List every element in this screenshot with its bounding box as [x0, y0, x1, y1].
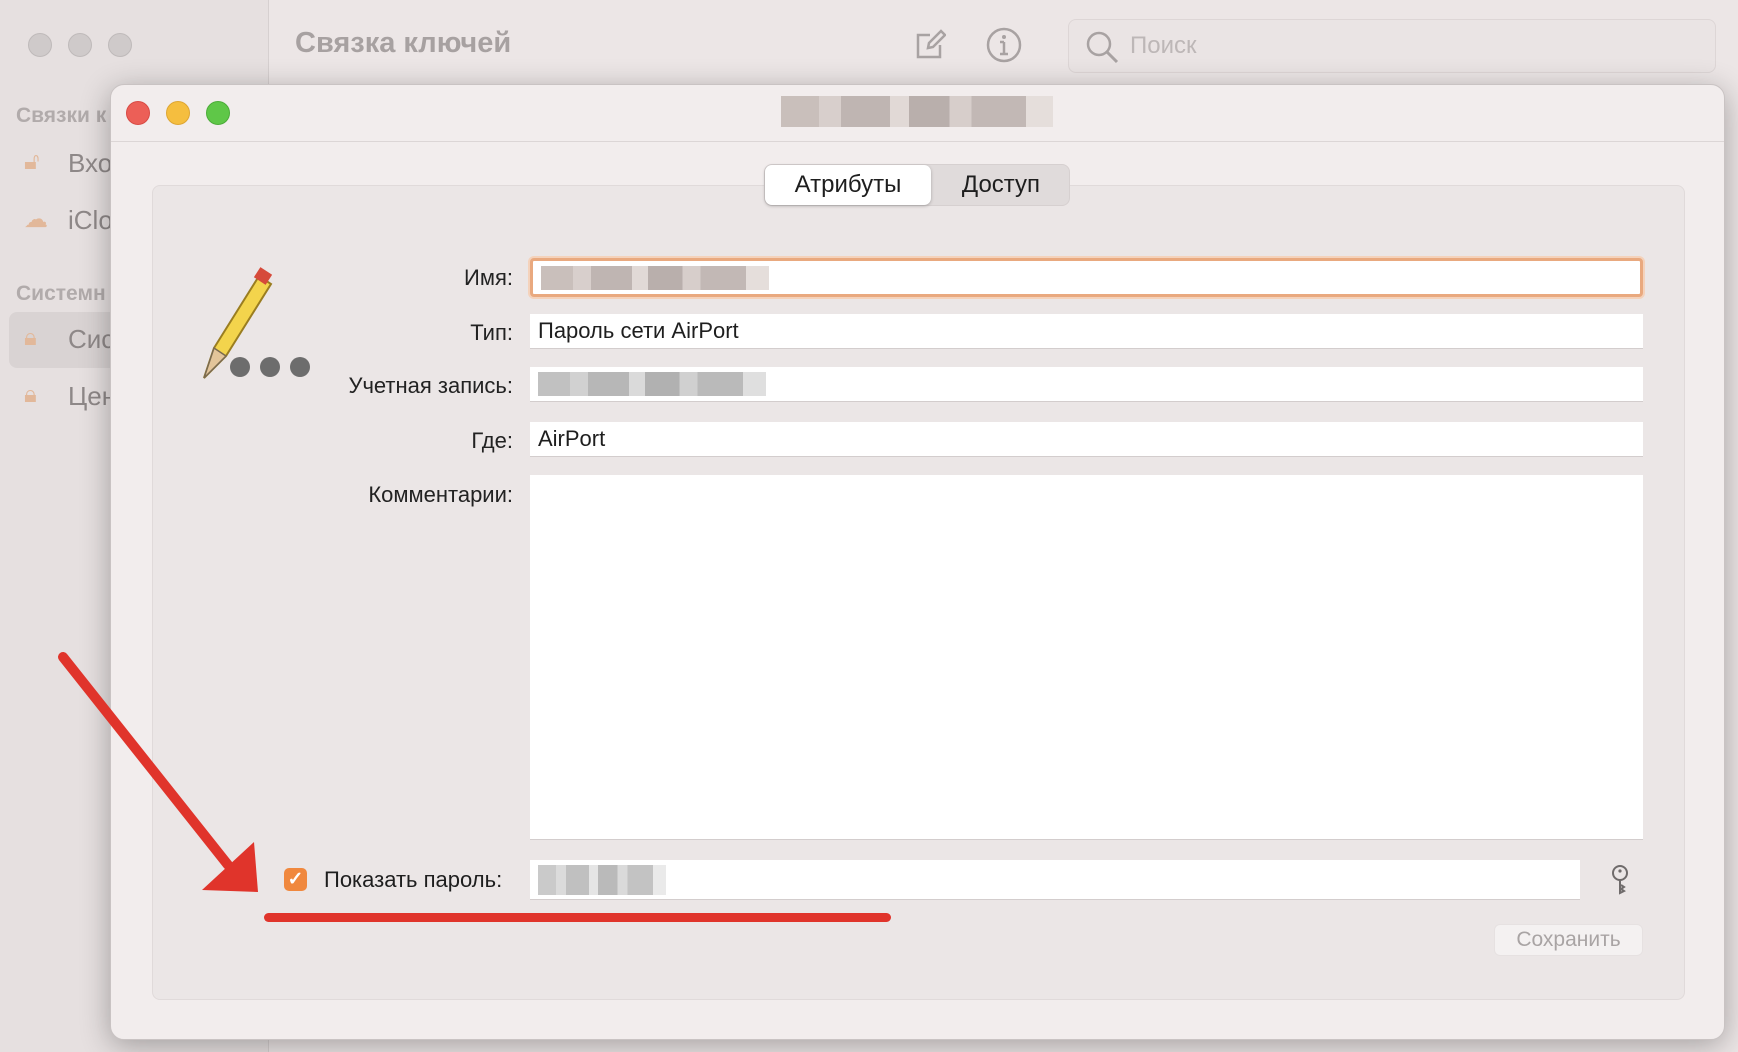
comments-label: Комментарии: [368, 482, 513, 507]
account-label: Учетная запись: [348, 373, 513, 398]
pencil-password-icon [203, 267, 310, 379]
tab-access[interactable]: Доступ [931, 165, 1071, 205]
sidebar-item-icloud[interactable]: iClo [68, 205, 113, 236]
close-button[interactable] [126, 101, 150, 125]
annotation-underline [264, 913, 891, 922]
search-icon [1086, 31, 1119, 64]
password-value-redacted [538, 864, 666, 895]
minimize-button[interactable] [166, 101, 190, 125]
sidebar-item-system[interactable]: Сис [68, 324, 114, 355]
search-field[interactable]: Поиск [1068, 19, 1716, 73]
sidebar-item-login[interactable]: Вхо [68, 148, 112, 179]
show-password-checkbox[interactable]: ✓ [284, 868, 307, 891]
search-placeholder: Поиск [1130, 32, 1197, 59]
annotation-arrow-icon [58, 652, 258, 892]
unlock-icon: 🔓︎ [24, 148, 40, 175]
minimize-button-inactive[interactable] [68, 33, 92, 57]
password-input[interactable] [530, 860, 1580, 900]
account-input[interactable] [530, 367, 1643, 402]
sidebar-section-system: Системн [16, 282, 106, 305]
zoom-button[interactable] [206, 101, 230, 125]
certificate-lock-icon: 🔒︎ [24, 381, 37, 408]
account-value-redacted [538, 372, 766, 396]
show-password-label[interactable]: Показать пароль: [324, 867, 502, 893]
key-icon[interactable] [1609, 864, 1631, 896]
type-label: Тип: [470, 320, 513, 345]
name-label: Имя: [464, 265, 513, 290]
dialog-title-redacted [781, 96, 1053, 127]
name-value-redacted [541, 265, 769, 290]
tab-bar: Атрибуты Доступ [764, 164, 1070, 206]
comments-textarea[interactable] [530, 475, 1643, 840]
type-input[interactable]: Пароль сети AirPort [530, 314, 1643, 349]
cloud-key-icon: ☁︎ [24, 206, 48, 233]
app-title: Связка ключей [295, 27, 512, 59]
sidebar-section-keychains: Связки к [16, 104, 107, 127]
close-button-inactive[interactable] [28, 33, 52, 57]
sidebar-item-certificates[interactable]: Цен [68, 381, 116, 412]
save-button[interactable]: Сохранить [1494, 924, 1643, 956]
lock-icon: 🔒︎ [24, 324, 37, 351]
name-input[interactable] [530, 258, 1643, 297]
tab-attributes[interactable]: Атрибуты [765, 165, 931, 205]
dialog-titlebar [111, 85, 1724, 142]
zoom-button-inactive[interactable] [108, 33, 132, 57]
info-icon[interactable] [986, 27, 1022, 63]
where-label: Где: [471, 428, 513, 453]
compose-icon[interactable] [914, 29, 946, 61]
where-input[interactable]: AirPort [530, 422, 1643, 457]
